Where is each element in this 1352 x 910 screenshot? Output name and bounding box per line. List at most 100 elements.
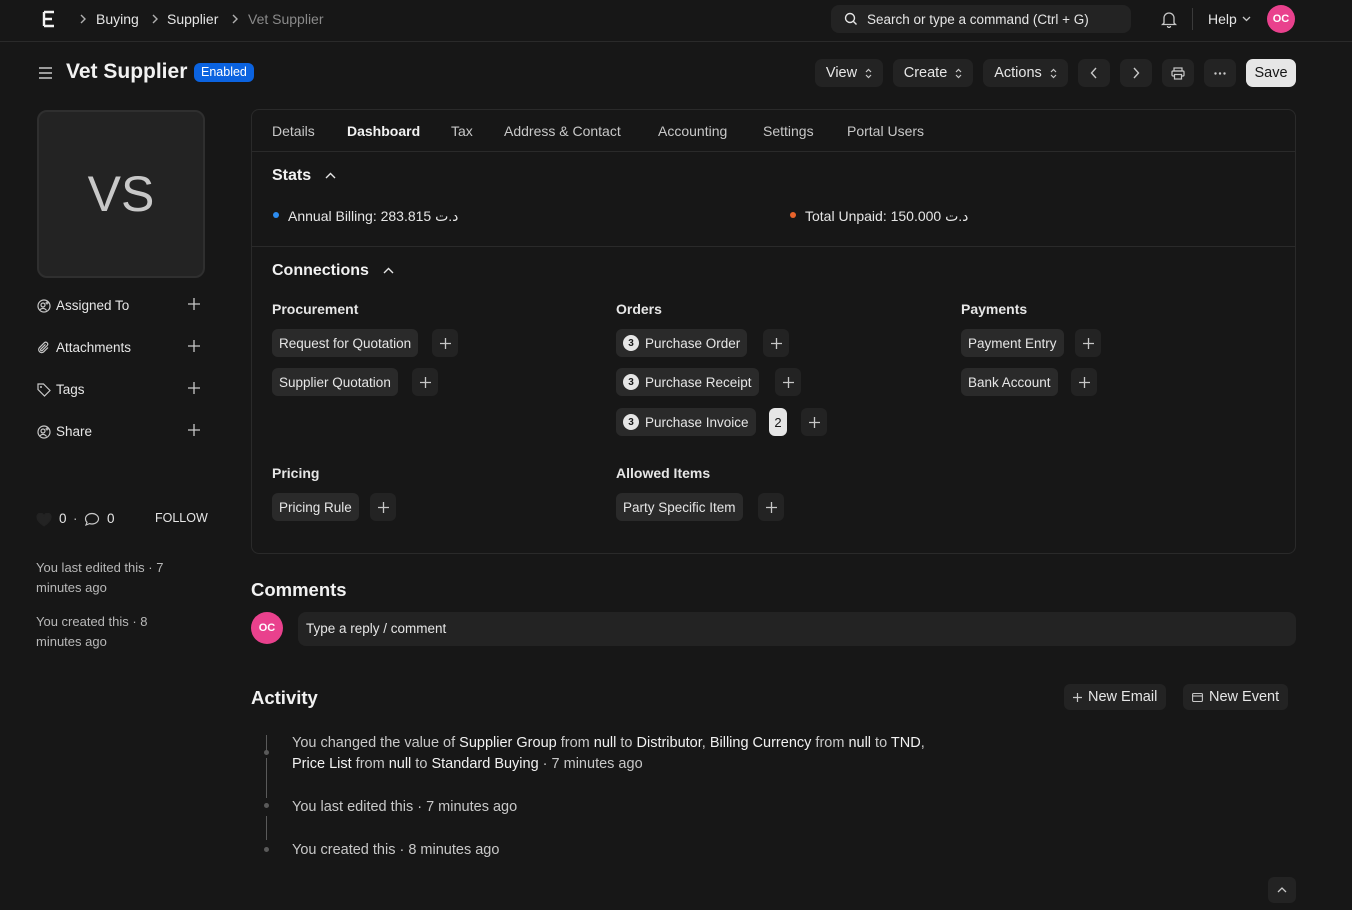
activity-text: from <box>556 735 594 751</box>
tab-accounting[interactable]: Accounting <box>658 123 727 139</box>
breadcrumb-buying[interactable]: Buying <box>96 11 139 27</box>
sidebar-item-attachments[interactable]: Attachments <box>37 338 205 358</box>
link-pricing-rule[interactable]: Pricing Rule <box>272 493 359 521</box>
create-button[interactable]: Create <box>893 59 973 87</box>
link-request-for-quotation[interactable]: Request for Quotation <box>272 329 419 357</box>
user-avatar[interactable]: OC <box>1267 5 1295 33</box>
heart-icon[interactable] <box>36 513 52 527</box>
sidebar-item-assigned-to[interactable]: Assigned To <box>37 296 205 316</box>
field-name: Billing Currency <box>709 735 812 751</box>
stats-title[interactable]: Stats <box>272 167 311 185</box>
sidebar-item-share[interactable]: Share <box>37 422 205 442</box>
breadcrumb-supplier[interactable]: Supplier <box>167 11 218 27</box>
scroll-to-top-button[interactable] <box>1268 877 1296 903</box>
section-divider <box>252 246 1295 247</box>
comments-title: Comments <box>251 579 347 600</box>
create-label: Create <box>903 65 948 81</box>
link-purchase-receipt[interactable]: 3 Purchase Receipt <box>616 368 759 396</box>
chip-label: Bank Account <box>968 374 1051 390</box>
activity-text: to <box>871 735 891 751</box>
group-pricing: Pricing <box>272 465 320 481</box>
link-purchase-invoice[interactable]: 3 Purchase Invoice <box>616 408 756 436</box>
comment-icon[interactable] <box>84 512 100 527</box>
chip-label: Purchase Invoice <box>645 414 749 430</box>
link-payment-entry[interactable]: Payment Entry <box>961 329 1064 357</box>
link-party-specific-item[interactable]: Party Specific Item <box>616 493 743 521</box>
like-count: 0 <box>59 511 67 526</box>
add-purchase-order-button[interactable] <box>763 329 789 357</box>
app-logo[interactable] <box>42 10 56 28</box>
chevron-up-icon[interactable] <box>383 267 394 274</box>
more-menu-button[interactable] <box>1204 59 1236 87</box>
chip-label: Party Specific Item <box>623 499 736 515</box>
tab-address-contact[interactable]: Address & Contact <box>504 123 621 139</box>
add-supplier-quotation-button[interactable] <box>412 368 438 396</box>
chevron-up-icon[interactable] <box>325 172 336 179</box>
activity-text: , <box>701 735 710 751</box>
link-bank-account[interactable]: Bank Account <box>961 368 1058 396</box>
chevron-down-icon <box>1242 16 1251 22</box>
add-party-specific-item-button[interactable] <box>758 493 784 521</box>
link-purchase-order[interactable]: 3 Purchase Order <box>616 329 748 357</box>
save-button[interactable]: Save <box>1246 59 1296 87</box>
chip-label: Pricing Rule <box>279 499 352 515</box>
view-button[interactable]: View <box>815 59 883 87</box>
new-value: Distributor <box>636 735 702 751</box>
activity-text: to <box>616 735 637 751</box>
chip-label: Supplier Quotation <box>279 374 391 390</box>
activity-title: Activity <box>251 687 318 708</box>
comment-avatar: OC <box>251 612 283 644</box>
chip-label: Request for Quotation <box>279 335 412 351</box>
search-bar[interactable]: Search or type a command (Ctrl + G) <box>831 5 1131 33</box>
breadcrumb-current[interactable]: Vet Supplier <box>248 11 324 27</box>
plus-icon[interactable] <box>188 298 200 310</box>
add-bank-account-button[interactable] <box>1071 368 1097 396</box>
navbar-divider <box>1192 8 1193 30</box>
plus-icon[interactable] <box>188 424 200 436</box>
next-button[interactable] <box>1120 59 1152 87</box>
sort-icon <box>1050 68 1057 79</box>
plus-icon[interactable] <box>188 340 200 352</box>
supplier-image-placeholder[interactable]: VS <box>37 110 205 278</box>
print-button[interactable] <box>1162 59 1194 87</box>
tag-icon <box>37 383 51 397</box>
plus-icon <box>765 501 777 513</box>
add-pricing-rule-button[interactable] <box>370 493 396 521</box>
actions-button[interactable]: Actions <box>983 59 1068 87</box>
follow-button[interactable]: FOLLOW <box>155 511 208 525</box>
group-payments: Payments <box>961 301 1028 317</box>
activity-text: from <box>811 735 849 751</box>
chevron-left-icon <box>1090 67 1098 79</box>
group-orders: Orders <box>616 301 662 317</box>
sidebar-toggle-icon[interactable] <box>38 66 53 80</box>
comment-input[interactable]: Type a reply / comment <box>298 612 1296 646</box>
plus-icon[interactable] <box>188 382 200 394</box>
tab-portal-users[interactable]: Portal Users <box>847 123 924 139</box>
tab-settings[interactable]: Settings <box>763 123 814 139</box>
chevron-right-icon <box>231 13 239 25</box>
tab-divider <box>252 151 1295 152</box>
tab-dashboard[interactable]: Dashboard <box>347 123 420 139</box>
add-purchase-invoice-button[interactable] <box>801 408 827 436</box>
add-payment-entry-button[interactable] <box>1075 329 1101 357</box>
timeline-dot <box>264 803 269 808</box>
add-purchase-receipt-button[interactable] <box>775 368 801 396</box>
help-menu[interactable]: Help <box>1208 11 1237 27</box>
add-request-for-quotation-button[interactable] <box>432 329 458 357</box>
sidebar-item-tags[interactable]: Tags <box>37 380 205 400</box>
new-event-button[interactable]: New Event <box>1183 684 1289 710</box>
sort-icon <box>865 68 872 79</box>
tab-tax[interactable]: Tax <box>451 123 473 139</box>
bell-icon[interactable] <box>1161 11 1177 28</box>
connections-title[interactable]: Connections <box>272 262 369 280</box>
open-invoice-count-badge[interactable]: 2 <box>769 408 787 436</box>
separator-dot: · <box>73 511 78 526</box>
navbar: Buying Supplier Vet Supplier Search or t… <box>0 0 1352 42</box>
previous-button[interactable] <box>1078 59 1110 87</box>
count-badge: 3 <box>623 414 639 430</box>
link-supplier-quotation[interactable]: Supplier Quotation <box>272 368 398 396</box>
new-email-button[interactable]: New Email <box>1064 684 1167 710</box>
field-name: Supplier Group <box>459 735 557 751</box>
comment-count: 0 <box>107 511 115 526</box>
tab-details[interactable]: Details <box>272 123 315 139</box>
